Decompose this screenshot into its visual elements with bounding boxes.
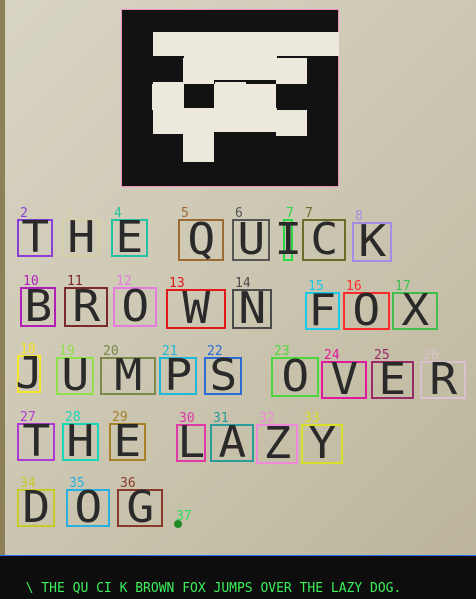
- letter-box: 8K: [352, 210, 392, 267]
- letter-box: 7I: [274, 207, 302, 262]
- recognized-text-bar: \ THE QU CI K BROWN FOX JUMPS OVER THE L…: [0, 555, 476, 599]
- letter-box: 13 W: [166, 277, 226, 334]
- letter-glyph: H: [66, 416, 95, 467]
- letter-box: 22 S: [204, 345, 242, 401]
- marker-cell: [184, 56, 277, 80]
- letter-box: 4E: [111, 207, 148, 263]
- letter-glyph: F: [308, 285, 337, 336]
- letter-glyph: S: [209, 350, 237, 401]
- letter-glyph: T: [21, 212, 49, 263]
- letter-box: 10 B: [20, 275, 56, 332]
- marker-cell: [215, 82, 246, 106]
- letter-box: 28 H: [62, 411, 99, 467]
- letter-glyph: I: [274, 214, 302, 265]
- letter-box: 12 O: [113, 275, 157, 332]
- letter-glyph: M: [114, 350, 142, 401]
- letter-box: 32 Z: [256, 412, 298, 469]
- letter-glyph: U: [237, 214, 265, 265]
- marker-cell: [245, 84, 276, 110]
- letter-glyph: H: [67, 212, 95, 263]
- letter-glyph: B: [24, 281, 52, 332]
- letter-box: 29 E: [109, 411, 146, 467]
- letter-box: 5Q: [178, 207, 224, 265]
- letter-box: 16 O: [343, 280, 390, 336]
- letter-glyph: O: [352, 285, 381, 336]
- recognized-text: \ THE QU CI K BROWN FOX JUMPS OVER THE L…: [25, 581, 402, 596]
- letter-box: 18 J: [15, 343, 43, 399]
- letter-glyph: Z: [263, 418, 291, 469]
- letter-glyph: R: [72, 281, 100, 332]
- letter-glyph: J: [15, 348, 43, 399]
- marker-cell: [215, 32, 339, 56]
- letter-glyph: D: [22, 482, 50, 533]
- letter-box: 36 G: [117, 477, 163, 533]
- letter-box: 25 E: [371, 349, 414, 405]
- letter-box: 23 O: [271, 345, 319, 402]
- letter-glyph: P: [164, 350, 192, 401]
- letter-glyph: O: [74, 482, 102, 533]
- letter-glyph: A: [218, 417, 246, 468]
- letter-glyph: N: [238, 283, 266, 334]
- marker-cell: [184, 108, 277, 132]
- letter-box: 33 Y: [301, 412, 343, 469]
- letter-box: 14 N: [232, 277, 272, 334]
- letter-glyph: L: [177, 417, 205, 468]
- letter-box: 6U: [232, 207, 270, 265]
- letter-box: 21 P: [159, 345, 197, 401]
- letter-box: 31 A: [210, 412, 254, 468]
- letter-glyph: K: [358, 216, 386, 267]
- frame-edge: [0, 0, 5, 555]
- letter-box: 34 D: [17, 477, 55, 533]
- letter-glyph: Q: [187, 214, 215, 265]
- letter-box: 35 O: [66, 477, 110, 533]
- letter-glyph: X: [401, 285, 429, 336]
- letter-glyph: W: [182, 283, 210, 334]
- letter-box: 26 R: [420, 349, 466, 405]
- letter-box: 19 U: [56, 345, 94, 401]
- letter-glyph: E: [378, 354, 407, 405]
- letter-glyph: C: [310, 214, 338, 265]
- letter-glyph: U: [61, 350, 89, 401]
- letter-glyph: Y: [308, 418, 336, 469]
- letter-glyph: G: [126, 482, 154, 533]
- letter-glyph: O: [121, 281, 149, 332]
- letter-glyph: E: [115, 212, 144, 263]
- letter-box: 20 M: [100, 345, 156, 401]
- fiducial-marker: [121, 9, 339, 187]
- letter-glyph: E: [113, 416, 142, 467]
- letter-box: 2T: [17, 207, 53, 263]
- letter-glyph: V: [330, 354, 358, 405]
- letter-glyph: T: [22, 416, 50, 467]
- period-dot: [174, 520, 182, 528]
- letter-box: 11 R: [64, 275, 108, 332]
- letter-box: 24 V: [321, 349, 367, 405]
- letter-glyph: R: [429, 354, 457, 405]
- letter-box: 15 F: [305, 280, 340, 336]
- marker-cell: [276, 58, 307, 84]
- letter-box: 7C: [302, 207, 346, 265]
- letter-box: 3H: [62, 207, 100, 263]
- letter-glyph: O: [281, 351, 309, 402]
- marker-cell: [183, 136, 214, 162]
- letter-box: 30 L: [176, 412, 206, 468]
- marker-cell: [153, 32, 215, 56]
- letter-box: 17 X: [392, 280, 438, 336]
- marker-cell: [153, 82, 184, 134]
- letter-box: 27 T: [17, 411, 55, 467]
- camera-frame: 2 T 3 H 4 E 5 Q 6 U 7 I 7 C 8 K 10 B 11 R 12 O 13 W 14 N 15 F 16 O 17 X…: [0, 0, 476, 555]
- marker-cell: [276, 110, 307, 136]
